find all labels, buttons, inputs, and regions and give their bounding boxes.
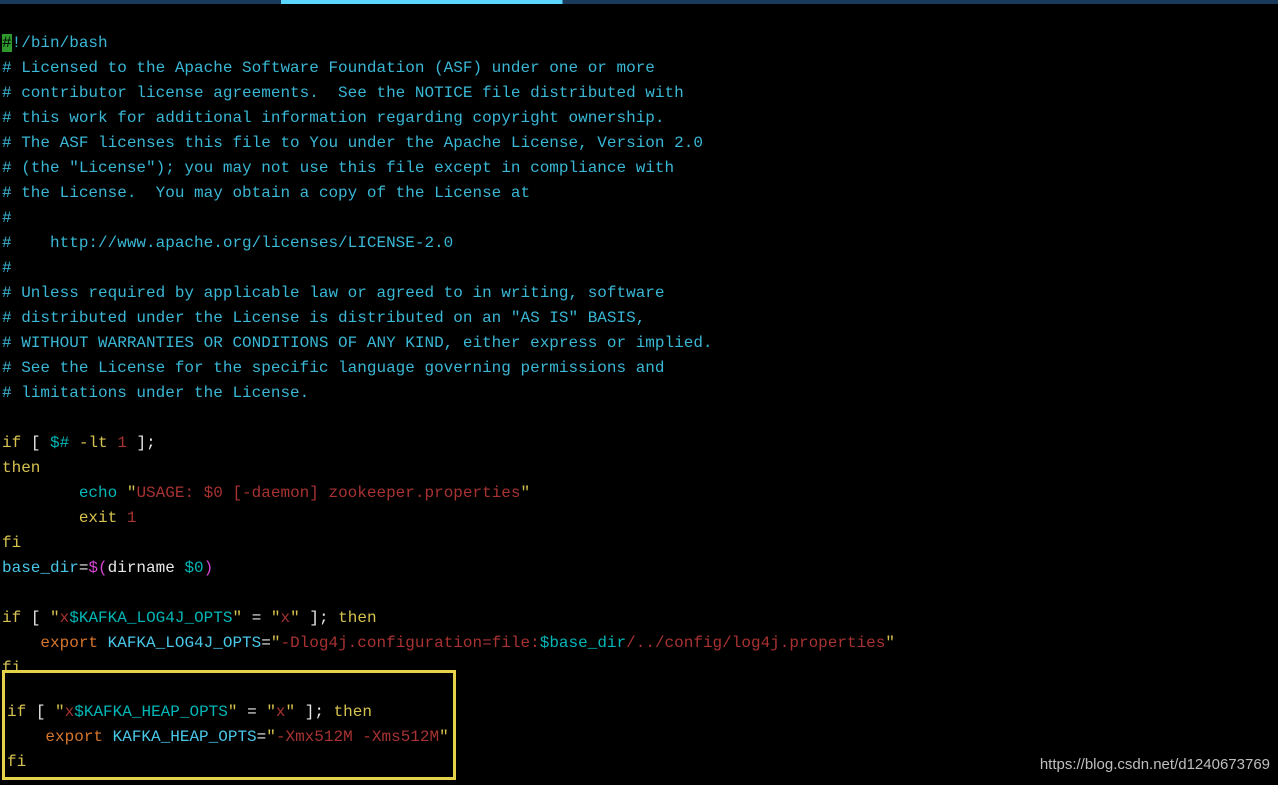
comment-line: # contributor license agreements. See th… [2,84,684,102]
shebang-rest: !/bin/bash [12,34,108,52]
shebang-hash: # [2,34,12,52]
watermark-text: https://blog.csdn.net/d1240673769 [1040,752,1270,777]
then-keyword: then [2,459,40,477]
comment-line: # See the License for the specific langu… [2,359,665,377]
if-line-2: if [ "x$KAFKA_LOG4J_OPTS" = "x" ]; then [2,609,377,627]
comment-line: # Licensed to the Apache Software Founda… [2,59,655,77]
comment-line: # The ASF licenses this file to You unde… [2,134,703,152]
comment-line: # distributed under the License is distr… [2,309,645,327]
comment-line: # [2,259,12,277]
export-line-2: export KAFKA_HEAP_OPTS="-Xmx512M -Xms512… [7,728,449,746]
comment-line: # [2,209,12,227]
echo-line: echo "USAGE: $0 [-daemon] zookeeper.prop… [2,484,530,502]
if-line: if [ $# -lt 1 ]; [2,434,156,452]
comment-line: # (the "License"); you may not use this … [2,159,674,177]
fi-keyword: fi [7,753,26,771]
comment-line: # this work for additional information r… [2,109,665,127]
window-tab-strip [0,0,1278,4]
if-line-3: if [ "x$KAFKA_HEAP_OPTS" = "x" ]; then [7,703,372,721]
exit-line: exit 1 [2,509,136,527]
fi-keyword: fi [2,534,21,552]
code-viewer: #!/bin/bash # Licensed to the Apache Sof… [2,6,895,681]
comment-line: # WITHOUT WARRANTIES OR CONDITIONS OF AN… [2,334,713,352]
export-line: export KAFKA_LOG4J_OPTS="-Dlog4j.configu… [2,634,895,652]
shebang-line: #!/bin/bash [2,34,108,52]
comment-line: # limitations under the License. [2,384,309,402]
comment-line: # http://www.apache.org/licenses/LICENSE… [2,234,453,252]
comment-line: # Unless required by applicable law or a… [2,284,665,302]
highlighted-code-block: if [ "x$KAFKA_HEAP_OPTS" = "x" ]; then e… [2,670,456,780]
comment-line: # the License. You may obtain a copy of … [2,184,530,202]
basedir-line: base_dir=$(dirname $0) [2,559,213,577]
